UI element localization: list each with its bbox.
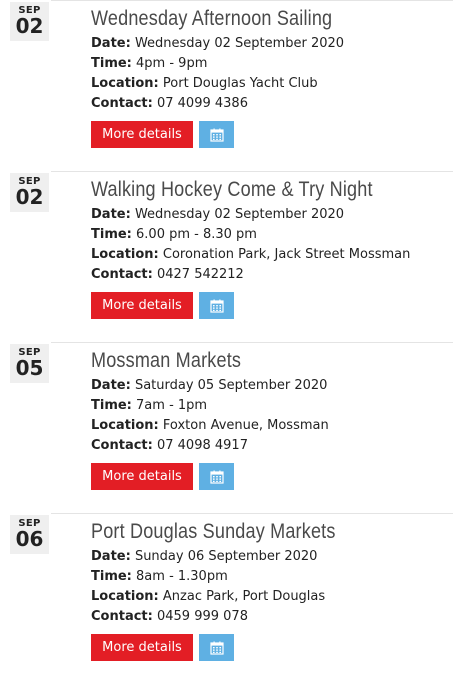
- contact-label: Contact:: [91, 96, 153, 111]
- calendar-icon: [209, 128, 224, 142]
- time-label: Time:: [91, 398, 132, 413]
- date-badge-day: 06: [15, 527, 44, 551]
- event-contact[interactable]: 0427 542212: [157, 267, 244, 282]
- event-location-row: Location: Coronation Park, Jack Street M…: [91, 245, 456, 265]
- event-contact-row: Contact: 07 4098 4917: [91, 436, 456, 456]
- date-label: Date:: [91, 36, 131, 51]
- date-badge: SEP 02: [10, 2, 49, 41]
- location-label: Location:: [91, 247, 159, 262]
- more-details-button[interactable]: More details: [91, 292, 193, 319]
- event-date-row: Date: Wednesday 02 September 2020: [91, 34, 456, 54]
- contact-label: Contact:: [91, 267, 153, 282]
- divider: [51, 342, 453, 343]
- location-label: Location:: [91, 76, 159, 91]
- date-badge-day: 05: [15, 356, 44, 380]
- event-title[interactable]: Walking Hockey Come & Try Night: [91, 177, 405, 203]
- location-label: Location:: [91, 418, 159, 433]
- date-badge-day: 02: [15, 185, 44, 209]
- event-location: Coronation Park, Jack Street Mossman: [162, 247, 411, 262]
- event-time-row: Time: 6.00 pm - 8.30 pm: [91, 225, 456, 245]
- event-title[interactable]: Wednesday Afternoon Sailing: [91, 6, 405, 32]
- add-to-calendar-button[interactable]: [199, 121, 234, 148]
- event-item: SEP 02 Wednesday Afternoon Sailing Date:…: [0, 0, 462, 171]
- contact-label: Contact:: [91, 438, 153, 453]
- event-time-row: Time: 7am - 1pm: [91, 396, 456, 416]
- event-date-row: Date: Sunday 06 September 2020: [91, 547, 456, 567]
- event-location: Port Douglas Yacht Club: [162, 76, 318, 91]
- event-time: 4pm - 9pm: [136, 56, 208, 71]
- event-date: Saturday 05 September 2020: [134, 378, 328, 393]
- calendar-icon: [209, 299, 224, 313]
- divider: [51, 171, 453, 172]
- date-badge: SEP 05: [10, 344, 49, 383]
- more-details-button[interactable]: More details: [91, 634, 193, 661]
- event-contact[interactable]: 07 4099 4386: [157, 96, 248, 111]
- event-time: 7am - 1pm: [136, 398, 208, 413]
- event-item: SEP 05 Mossman Markets Date: Saturday 05…: [0, 342, 462, 513]
- time-label: Time:: [91, 56, 132, 71]
- add-to-calendar-button[interactable]: [199, 634, 234, 661]
- add-to-calendar-button[interactable]: [199, 463, 234, 490]
- calendar-icon: [209, 470, 224, 484]
- date-badge: SEP 06: [10, 515, 49, 554]
- event-time-row: Time: 8am - 1.30pm: [91, 567, 456, 587]
- event-date: Wednesday 02 September 2020: [134, 207, 345, 222]
- location-label: Location:: [91, 589, 159, 604]
- calendar-icon: [209, 641, 224, 655]
- time-label: Time:: [91, 569, 132, 584]
- time-label: Time:: [91, 227, 132, 242]
- event-location-row: Location: Port Douglas Yacht Club: [91, 74, 456, 94]
- event-location: Foxton Avenue, Mossman: [162, 418, 329, 433]
- divider: [51, 0, 453, 1]
- date-badge-day: 02: [15, 14, 44, 38]
- event-location-row: Location: Anzac Park, Port Douglas: [91, 587, 456, 607]
- event-title[interactable]: Port Douglas Sunday Markets: [91, 519, 405, 545]
- event-item: SEP 02 Walking Hockey Come & Try Night D…: [0, 171, 462, 342]
- event-time-row: Time: 4pm - 9pm: [91, 54, 456, 74]
- date-badge: SEP 02: [10, 173, 49, 212]
- event-contact[interactable]: 07 4098 4917: [157, 438, 248, 453]
- event-title[interactable]: Mossman Markets: [91, 348, 405, 374]
- event-contact-row: Contact: 0427 542212: [91, 265, 456, 285]
- event-location-row: Location: Foxton Avenue, Mossman: [91, 416, 456, 436]
- event-contact-row: Contact: 0459 999 078: [91, 607, 456, 627]
- event-date: Sunday 06 September 2020: [134, 549, 318, 564]
- date-label: Date:: [91, 207, 131, 222]
- event-date-row: Date: Saturday 05 September 2020: [91, 376, 456, 396]
- more-details-button[interactable]: More details: [91, 463, 193, 490]
- event-date: Wednesday 02 September 2020: [134, 36, 345, 51]
- date-label: Date:: [91, 378, 131, 393]
- event-contact-row: Contact: 07 4099 4386: [91, 94, 456, 114]
- event-date-row: Date: Wednesday 02 September 2020: [91, 205, 456, 225]
- divider: [51, 513, 453, 514]
- add-to-calendar-button[interactable]: [199, 292, 234, 319]
- event-time: 6.00 pm - 8.30 pm: [136, 227, 257, 242]
- event-time: 8am - 1.30pm: [136, 569, 228, 584]
- event-item: SEP 06 Port Douglas Sunday Markets Date:…: [0, 513, 462, 674]
- date-label: Date:: [91, 549, 131, 564]
- event-contact[interactable]: 0459 999 078: [157, 609, 248, 624]
- more-details-button[interactable]: More details: [91, 121, 193, 148]
- event-location: Anzac Park, Port Douglas: [162, 589, 326, 604]
- contact-label: Contact:: [91, 609, 153, 624]
